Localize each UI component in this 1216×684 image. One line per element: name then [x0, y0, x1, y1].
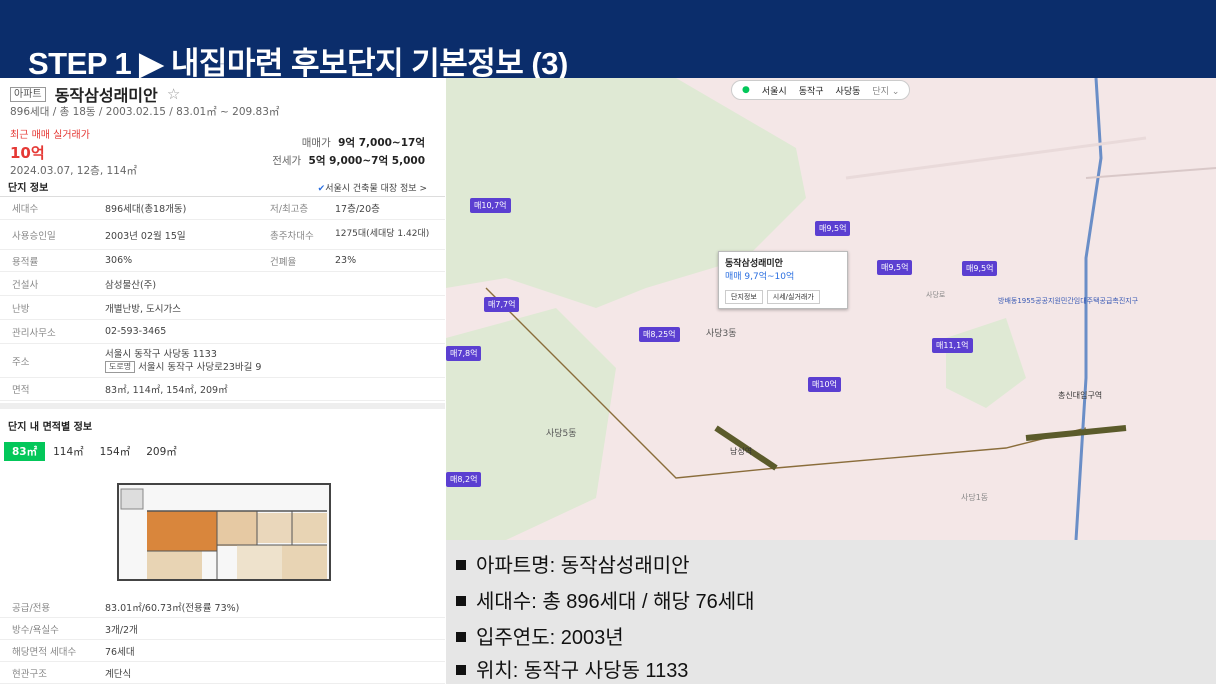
- tab-83[interactable]: 83㎡: [4, 442, 46, 461]
- info-heading: 단지 정보: [8, 183, 49, 194]
- table-row: 용적률 306% 건폐율 23%: [0, 250, 445, 272]
- apt-meta: 896세대 / 총 18동 / 2003.02.15 / 83.01㎡ ~ 20…: [10, 106, 280, 118]
- recent-trade-price: 10억: [10, 144, 45, 162]
- favorite-star-icon[interactable]: ☆: [167, 85, 180, 103]
- sale-price-value: 9억 7,000~17억: [338, 137, 425, 149]
- recent-trade-label: 최근 매매 실거래가: [10, 130, 90, 141]
- map-background: [446, 78, 1216, 540]
- jeonse-price-value: 5억 9,000~7억 5,000: [308, 155, 425, 167]
- apt-type-badge: 아파트: [10, 86, 46, 102]
- table-row: 현관구조 계단식: [0, 662, 445, 684]
- popup-price: 매매 9,7억~10억: [725, 272, 795, 282]
- map-label: 사당5동: [546, 429, 577, 439]
- map-price-pin[interactable]: 매9,5억: [815, 221, 851, 236]
- table-row: 관리사무소 02-593-3465: [0, 320, 445, 344]
- table-row: 면적 83㎡, 114㎡, 154㎡, 209㎡: [0, 378, 445, 401]
- breadcrumb-city[interactable]: 서울시: [762, 84, 787, 97]
- table-row: 방수/욕실수 3개/2개: [0, 618, 445, 640]
- section-divider: [0, 403, 445, 409]
- complex-popup: 동작삼성래미안 매매 9,7억~10억 단지정보 시세/실거래가: [718, 251, 848, 309]
- table-row: 사용승인일 2003년 02월 15일 총주차대수 1275대(세대당 1.42대): [0, 220, 445, 250]
- floor-plan-image: [117, 483, 331, 581]
- map-price-pin[interactable]: 매11,1억: [932, 338, 973, 353]
- price-history-button[interactable]: 시세/실거래가: [766, 290, 820, 304]
- map-label: 남성역: [730, 447, 753, 456]
- area-heading: 단지 내 면적별 정보: [8, 422, 93, 433]
- table-row: 공급/전용 83.01㎡/60.73㎡(전용률 73%): [0, 596, 445, 618]
- slide-title: STEP 1 ▶ 내집마련 후보단지 기본정보 (3): [28, 46, 568, 81]
- map-price-pin[interactable]: 매8,2억: [446, 472, 482, 487]
- sale-price-row: 매매가 9억 7,000~17억: [302, 135, 425, 150]
- summary-item: 입주연도: 2003년: [456, 621, 624, 650]
- jeonse-price-row: 전세가 5억 9,000~7억 5,000: [272, 153, 425, 168]
- tab-114[interactable]: 114㎡: [45, 442, 92, 461]
- map-price-pin[interactable]: 매7,8억: [446, 346, 482, 361]
- info-table: 세대수 896세대(총18개동) 저/최고층 17층/20층 사용승인일 2003년 …: [0, 196, 445, 401]
- map-breadcrumb: ● 서울시 동작구 사당동 단지 ⌄: [731, 80, 911, 100]
- summary-item: 세대수: 총 896세대 / 해당 76세대: [456, 585, 755, 614]
- summary-item: 아파트명: 동작삼성래미안: [456, 549, 690, 578]
- sale-price-label: 매매가: [301, 137, 331, 149]
- summary-item: 위치: 동작구 사당동 1133: [456, 654, 688, 683]
- apartment-info-panel: 아파트 동작삼성래미안 ☆ 896세대 / 총 18동 / 2003.02.15…: [0, 78, 445, 684]
- map-label: 사당로: [926, 291, 946, 299]
- tab-154[interactable]: 154㎡: [92, 442, 139, 461]
- breadcrumb-complex[interactable]: 단지 ⌄: [872, 84, 899, 97]
- table-row: 건설사 삼성물산(주): [0, 272, 445, 296]
- location-pin-icon: ●: [742, 85, 750, 95]
- summary-box: 아파트명: 동작삼성래미안 세대수: 총 896세대 / 해당 76세대 입주연…: [446, 540, 1216, 684]
- area-tabs: 83㎡ 114㎡ 154㎡ 209㎡: [4, 442, 185, 461]
- recent-trade-info: 2024.03.07, 12층, 114㎡: [10, 165, 138, 177]
- table-row: 주소 서울시 동작구 사당동 1133 도로명 서울시 동작구 사당로23바길 …: [0, 344, 445, 378]
- slide-header: STEP 1 ▶ 내집마련 후보단지 기본정보 (3): [0, 0, 1216, 81]
- map-label: 사당1동: [961, 493, 989, 502]
- apt-name: 동작삼성래미안: [54, 86, 158, 105]
- jeonse-price-label: 전세가: [272, 155, 302, 167]
- map-label: 총신대입구역: [1058, 391, 1103, 400]
- complex-info-button[interactable]: 단지정보: [725, 290, 763, 304]
- popup-name: 동작삼성래미안: [725, 259, 783, 269]
- map-view[interactable]: ● 서울시 동작구 사당동 단지 ⌄ 매10,7억 매9,5억 매9,5억 매9…: [446, 78, 1216, 540]
- tab-209[interactable]: 209㎡: [138, 442, 185, 461]
- table-row: 난방 개별난방, 도시가스: [0, 296, 445, 320]
- breadcrumb-dong[interactable]: 사당동: [836, 84, 861, 97]
- map-label: 방배동1955공공지원민간임대주택공급촉진지구: [998, 297, 1139, 305]
- table-row: 해당면적 세대수 76세대: [0, 640, 445, 662]
- map-price-pin[interactable]: 매7,7억: [484, 297, 520, 312]
- table-row: 세대수 896세대(총18개동) 저/최고층 17층/20층: [0, 197, 445, 220]
- area-table: 공급/전용 83.01㎡/60.73㎡(전용률 73%) 방수/욕실수 3개/2개 …: [0, 596, 445, 684]
- map-price-pin[interactable]: 매9,5억: [962, 261, 998, 276]
- map-price-pin[interactable]: 매9,5억: [877, 260, 913, 275]
- map-price-pin[interactable]: 매10,7억: [470, 198, 511, 213]
- building-register-link[interactable]: ✔서울시 건축물 대장 정보 >: [318, 181, 427, 194]
- apt-title-row: 아파트 동작삼성래미안 ☆: [10, 82, 180, 106]
- breadcrumb-district[interactable]: 동작구: [799, 84, 824, 97]
- map-price-pin[interactable]: 매10억: [808, 377, 841, 392]
- map-label: 사당3동: [706, 329, 737, 339]
- map-price-pin[interactable]: 매8,25억: [639, 327, 680, 342]
